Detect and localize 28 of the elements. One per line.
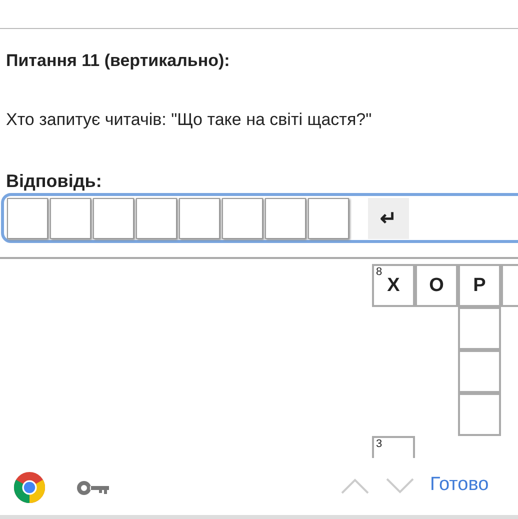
cell-letter: О (429, 274, 444, 296)
clue-number: 3 (376, 438, 382, 450)
clue-number: 8 (376, 266, 382, 278)
crossword-cell[interactable] (458, 393, 501, 436)
key-icon[interactable] (77, 481, 109, 495)
letter-box[interactable] (136, 198, 177, 238)
browser-logo-icon[interactable] (13, 471, 46, 504)
letter-box[interactable] (308, 198, 349, 238)
crossword-cell[interactable]: Р (458, 264, 501, 307)
crossword-cell[interactable]: 3 (372, 436, 415, 458)
letter-box[interactable] (265, 198, 306, 238)
question-text: Хто запитує читачів: "Що таке на світі щастя?" (6, 110, 372, 130)
crossword-cell[interactable]: 8 Х (372, 264, 415, 307)
crossword-cell[interactable] (458, 307, 501, 350)
cell-letter: Х (387, 274, 400, 296)
cell-letter: Р (473, 274, 486, 296)
crossword-cell[interactable]: О (415, 264, 458, 307)
answer-field[interactable]: ↵ (1, 193, 518, 243)
done-button[interactable]: Готово (430, 474, 489, 496)
answer-label: Відповідь: (6, 171, 102, 192)
question-title: Питання 11 (вертикально): (6, 51, 230, 71)
letter-box[interactable] (7, 198, 48, 238)
letter-box[interactable] (179, 198, 220, 238)
enter-button[interactable]: ↵ (368, 198, 409, 238)
letter-box[interactable] (93, 198, 134, 238)
letter-box[interactable] (222, 198, 263, 238)
crossword-cell[interactable] (458, 350, 501, 393)
letter-box[interactable] (50, 198, 91, 238)
